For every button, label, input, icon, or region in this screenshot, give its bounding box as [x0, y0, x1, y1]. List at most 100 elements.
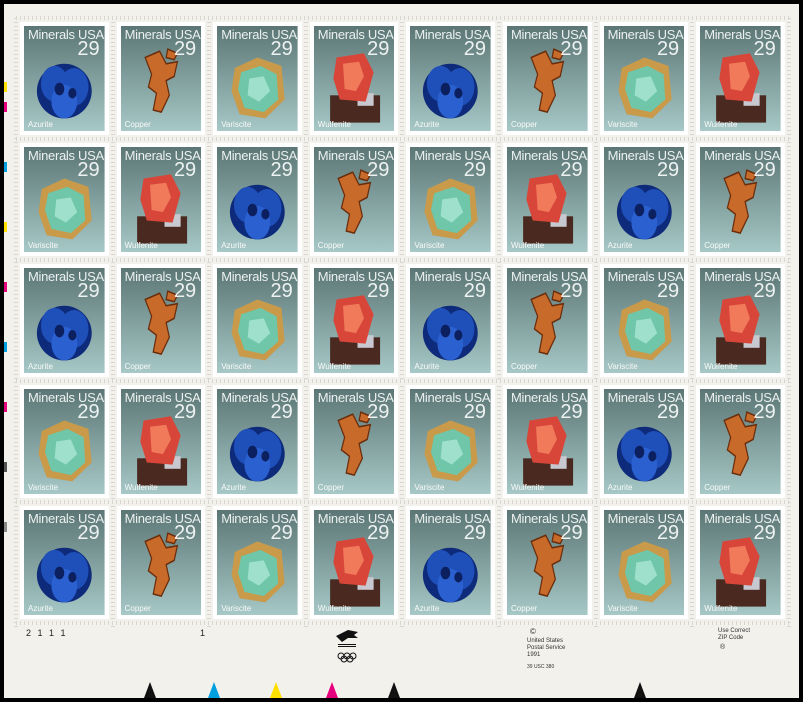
- stamp[interactable]: Minerals USA 29 Copper: [116, 264, 206, 377]
- mineral-name: Wulfenite: [511, 483, 545, 492]
- stamp[interactable]: Minerals USA 29 Copper: [503, 22, 592, 135]
- stamp[interactable]: Minerals USA 29 Azurite: [213, 385, 302, 498]
- perforation-vertical: [786, 18, 791, 627]
- stamp-cell: Minerals USA 29 Wulfenite: [113, 381, 210, 502]
- stamp-artwork: Minerals USA 29 Variscite: [603, 510, 685, 615]
- mineral-name: Azurite: [607, 483, 633, 492]
- stamp-denomination: 29: [367, 401, 390, 423]
- mineral-name: Azurite: [414, 120, 440, 129]
- stamp-cell: Minerals USA 29 Wulfenite: [692, 502, 789, 623]
- stamp-cell: Minerals USA 29 Copper: [306, 381, 403, 502]
- mineral-name: Copper: [704, 241, 731, 250]
- stamp-denomination: 29: [753, 38, 776, 60]
- stamp-denomination: 29: [656, 38, 680, 60]
- stamp-artwork: Minerals USA 29 Variscite: [217, 268, 298, 373]
- stamp-artwork: Minerals USA 29 Wulfenite: [313, 268, 395, 373]
- stamp[interactable]: Minerals USA 29 Azurite: [599, 143, 689, 256]
- stamp[interactable]: Minerals USA 29 Azurite: [20, 506, 109, 619]
- stamp[interactable]: Minerals USA 29 Variscite: [213, 264, 302, 377]
- stamp[interactable]: Minerals USA 29 Wulfenite: [309, 264, 399, 377]
- stamp-artwork: Minerals USA 29 Variscite: [410, 389, 491, 494]
- perforation-vertical: [303, 18, 308, 627]
- stamp[interactable]: Minerals USA 29 Variscite: [599, 506, 689, 619]
- stamp[interactable]: Minerals USA 29 Copper: [309, 385, 399, 498]
- stamp[interactable]: Minerals USA 29 Wulfenite: [696, 264, 785, 377]
- stamp[interactable]: Minerals USA 29 Copper: [116, 22, 206, 135]
- stamp-artwork: Minerals USA 29 Wulfenite: [700, 268, 781, 373]
- mineral-name: Variscite: [607, 120, 638, 129]
- stamp[interactable]: Minerals USA 29 Variscite: [599, 22, 689, 135]
- stamp[interactable]: Minerals USA 29 Azurite: [599, 385, 689, 498]
- stamp[interactable]: Minerals USA 29 Azurite: [20, 22, 109, 135]
- stamp-denomination: 29: [367, 159, 390, 181]
- stamp[interactable]: Minerals USA 29 Azurite: [406, 22, 495, 135]
- perforation-horizontal: [16, 379, 789, 383]
- registration-bar: [4, 102, 7, 112]
- stamp-denomination: 29: [463, 522, 486, 544]
- mineral-name: Azurite: [607, 241, 633, 250]
- registration-bar: [4, 82, 7, 92]
- stamp[interactable]: Minerals USA 29 Variscite: [213, 506, 302, 619]
- stamp[interactable]: Minerals USA 29 Wulfenite: [309, 22, 399, 135]
- stamp[interactable]: Minerals USA 29 Copper: [309, 143, 399, 256]
- stamp[interactable]: Minerals USA 29 Variscite: [599, 264, 689, 377]
- perforation-vertical: [400, 18, 405, 627]
- stamp-artwork: Minerals USA 29 Copper: [507, 268, 588, 373]
- stamp[interactable]: Minerals USA 29 Wulfenite: [116, 385, 206, 498]
- stamp-denomination: 29: [270, 280, 293, 302]
- stamp-cell: Minerals USA 29 Variscite: [596, 260, 693, 381]
- registration-triangle: [208, 682, 220, 698]
- stamp[interactable]: Minerals USA 29 Azurite: [20, 264, 109, 377]
- stamp-denomination: 29: [77, 522, 100, 544]
- mineral-name: Variscite: [607, 604, 638, 613]
- stamp[interactable]: Minerals USA 29 Copper: [116, 506, 206, 619]
- stamp[interactable]: Minerals USA 29 Copper: [696, 385, 785, 498]
- stamp-cell: Minerals USA 29 Azurite: [596, 381, 693, 502]
- zip-line-1: Use Correct: [718, 628, 751, 634]
- registration-triangle: [326, 682, 338, 698]
- stamp-denomination: 29: [560, 38, 583, 60]
- stamp-artwork: Minerals USA 29 Azurite: [217, 389, 298, 494]
- stamp[interactable]: Minerals USA 29 Wulfenite: [503, 385, 592, 498]
- perforation-horizontal: [16, 258, 789, 262]
- plate-mark: 1: [200, 628, 206, 638]
- stamp[interactable]: Minerals USA 29 Wulfenite: [696, 506, 785, 619]
- perforation-horizontal: [16, 500, 789, 504]
- stamp-artwork: Minerals USA 29 Azurite: [24, 268, 105, 373]
- stamp-denomination: 29: [270, 159, 293, 181]
- stamp[interactable]: Minerals USA 29 Variscite: [406, 143, 495, 256]
- stamp-denomination: 29: [656, 401, 680, 423]
- stamp[interactable]: Minerals USA 29 Variscite: [20, 143, 109, 256]
- stamp[interactable]: Minerals USA 29 Wulfenite: [503, 143, 592, 256]
- stamp-artwork: Minerals USA 29 Wulfenite: [313, 26, 395, 131]
- stamp-artwork: Minerals USA 29 Azurite: [603, 147, 685, 252]
- stamp[interactable]: Minerals USA 29 Azurite: [213, 143, 302, 256]
- stamp[interactable]: Minerals USA 29 Copper: [696, 143, 785, 256]
- stamp[interactable]: Minerals USA 29 Azurite: [406, 264, 495, 377]
- stamp[interactable]: Minerals USA 29 Wulfenite: [309, 506, 399, 619]
- stamp-denomination: 29: [560, 522, 583, 544]
- stamp-cell: Minerals USA 29 Azurite: [16, 502, 113, 623]
- stamp[interactable]: Minerals USA 29 Variscite: [406, 385, 495, 498]
- stamp[interactable]: Minerals USA 29 Wulfenite: [696, 22, 785, 135]
- stamp-denomination: 29: [173, 38, 197, 60]
- mineral-name: Copper: [704, 483, 731, 492]
- stamp[interactable]: Minerals USA 29 Azurite: [406, 506, 495, 619]
- stamp-artwork: Minerals USA 29 Copper: [313, 389, 395, 494]
- stamp[interactable]: Minerals USA 29 Copper: [503, 506, 592, 619]
- stamp-cell: Minerals USA 29 Variscite: [596, 502, 693, 623]
- stamp-artwork: Minerals USA 29 Copper: [120, 510, 202, 615]
- stamp[interactable]: Minerals USA 29 Copper: [503, 264, 592, 377]
- stamp[interactable]: Minerals USA 29 Variscite: [20, 385, 109, 498]
- mineral-name: Variscite: [221, 604, 252, 613]
- stamp-artwork: Minerals USA 29 Copper: [120, 268, 202, 373]
- registration-bar: [4, 402, 7, 412]
- stamp[interactable]: Minerals USA 29 Variscite: [213, 22, 302, 135]
- perforation-vertical: [110, 18, 115, 627]
- mineral-name: Copper: [317, 241, 345, 250]
- perforation-vertical: [207, 18, 212, 627]
- stamp[interactable]: Minerals USA 29 Wulfenite: [116, 143, 206, 256]
- stamp-denomination: 29: [656, 280, 680, 302]
- stamp-cell: Minerals USA 29 Copper: [113, 260, 210, 381]
- stamp-artwork: Minerals USA 29 Wulfenite: [507, 147, 588, 252]
